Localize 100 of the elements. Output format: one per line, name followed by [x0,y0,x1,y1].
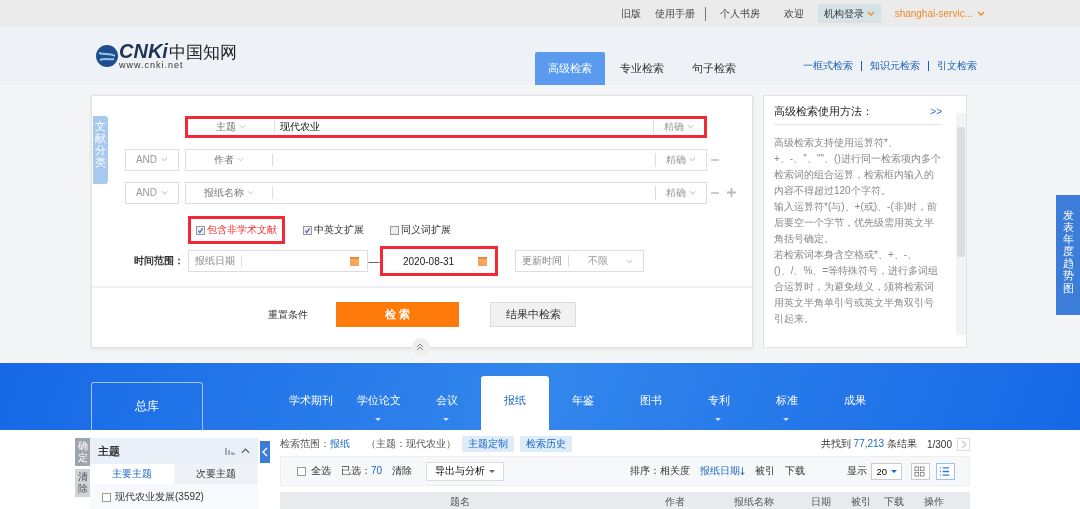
database-tab[interactable]: 图书 [617,376,685,430]
sidebar-collapse-button[interactable] [260,441,270,463]
clear-link[interactable]: 清除 [392,464,413,478]
search-link[interactable]: 引文检索 [937,59,977,73]
match-select[interactable]: 精确 [653,119,704,134]
list-view-button[interactable] [936,462,955,480]
database-tab[interactable]: 会议 [413,376,481,430]
chevrons-up-icon [415,342,425,352]
chevron-left-icon [262,447,268,457]
chevron-icon [626,258,633,264]
field-select[interactable]: 报纸名称 [186,186,273,199]
sort-option[interactable]: 相关度 [660,464,691,478]
search-field[interactable]: 主题 现代农业 精确 [185,115,707,138]
database-tab[interactable]: 报纸 [481,376,549,430]
database-tab[interactable]: 专利 [685,376,753,430]
search-link[interactable]: 知识元检索 [870,59,920,73]
query-text: （主题：现代农业） [366,437,456,451]
search-within-button[interactable]: 结果中检索 [490,302,576,327]
login-button[interactable]: 机构登录 [817,4,881,23]
column-header: 报纸名称 [733,495,775,509]
grid-icon [914,465,925,477]
caret-icon [866,11,875,16]
chevron-icon [239,124,246,129]
topic-tab[interactable]: 主要主题 [90,464,174,484]
search-mode-tab[interactable]: 专业检索 [607,52,677,85]
column-header: 被引 [850,495,872,509]
grid-view-button[interactable] [911,462,930,480]
check-icon [304,226,311,234]
search-field[interactable]: 作者 精确 [185,148,707,171]
database-tab[interactable]: 年鉴 [549,376,617,430]
option-checkbox[interactable]: 中英文扩展 [295,216,372,244]
logo-brand: CNKi [119,41,168,61]
top-link[interactable]: 个人书房 [719,6,760,21]
column-header: 作者 [664,495,686,509]
check-icon [197,226,204,234]
page-indicator: 1/300 [926,438,952,450]
column-header: 题名 [449,495,471,509]
database-tab[interactable]: 成果 [821,376,889,430]
search-mode-tab[interactable]: 高级检索 [535,52,605,85]
operator-select[interactable]: AND [125,181,179,204]
search-link[interactable]: 一框式检索 [803,59,853,73]
top-link[interactable]: 使用手册 [654,6,706,21]
match-select[interactable]: 精确 [655,185,706,200]
collapse-icon[interactable] [241,448,250,454]
logo-url: www.cnki.net [119,61,185,70]
chevron-icon [689,190,696,195]
chevron-icon [237,157,244,162]
scrollbar[interactable] [956,113,966,335]
search-mode-tab[interactable]: 句子检索 [679,52,749,85]
top-link[interactable]: 旧版 [620,6,641,21]
tag-button[interactable]: 主题定制 [462,436,514,452]
help-paragraph: 输入运算符*(与)、+(或)、-(非)时，前后要空一个字节，优先级需用英文半角括号确定。 [774,200,939,246]
clear-button[interactable]: 清除 [75,469,90,497]
search-input[interactable]: 现代农业 [275,119,653,134]
tag-button[interactable]: 检索历史 [520,436,572,452]
search-field[interactable]: 报纸名称 精确 [185,181,707,204]
option-checkbox[interactable]: 同义词扩展 [382,216,459,244]
date-to-field[interactable]: 2020-08-31 [380,246,498,276]
database-tab[interactable]: 学位论文 [345,376,413,430]
database-tab[interactable]: 标准 [753,376,821,430]
select-all-checkbox[interactable]: 全选 [297,464,331,478]
arrow-down-icon [740,466,746,476]
field-select[interactable]: 主题 [188,120,275,133]
time-range-label: 时间范围： [134,254,185,268]
expand-link[interactable]: >> [930,106,942,117]
next-page-button[interactable] [957,437,970,451]
export-dropdown[interactable]: 导出与分析 [426,461,505,481]
update-time-select[interactable]: 更新时间 不限 [515,250,644,272]
add-row-icon[interactable] [726,188,736,197]
chart-icon[interactable] [225,447,235,455]
reset-link[interactable]: 重置条件 [268,307,338,322]
caret-icon [977,11,985,16]
topic-tab[interactable]: 次要主题 [174,464,258,484]
chevron-icon [687,124,694,129]
remove-row-icon[interactable] [711,191,719,194]
operator-select[interactable]: AND [125,148,179,171]
chevron-icon [247,190,254,195]
sort-option[interactable]: 报纸日期 [700,464,746,478]
page-size-select[interactable]: 20 [871,462,902,480]
range-separator: — [368,255,380,267]
help-title: 高级检索使用方法： [774,104,873,119]
topic-checkbox[interactable]: 现代农业发展(3592) [90,484,258,504]
trend-chart-tab[interactable]: 发表年度趋势图 [1056,195,1080,315]
collapse-button[interactable] [412,338,430,356]
filter-title: 主题 [98,443,121,459]
match-select[interactable]: 精确 [655,152,706,167]
column-header: 日期 [809,495,832,509]
date-from-field[interactable]: 报纸日期 [188,250,368,272]
help-paragraph: 若检索词本身含空格或*、+、-、()、/、%、=等特殊符号，进行多词组合运算时，为避免歧义，须将检索词用英文半角单引号或英文半角双引号引起来。 [774,248,940,326]
remove-row-icon[interactable] [711,158,719,161]
chevron-icon [161,157,169,162]
field-select[interactable]: 作者 [186,153,273,166]
chevron-right-icon [961,439,967,449]
sort-option[interactable]: 被引 [755,464,776,478]
option-checkbox[interactable]: 包含非学术文献 [188,216,285,244]
database-tab[interactable]: 学术期刊 [277,376,345,430]
sort-option[interactable]: 下载 [785,464,806,478]
chevron-icon [161,190,169,195]
sort-label: 排序： [630,464,661,478]
calendar-icon [478,256,487,266]
